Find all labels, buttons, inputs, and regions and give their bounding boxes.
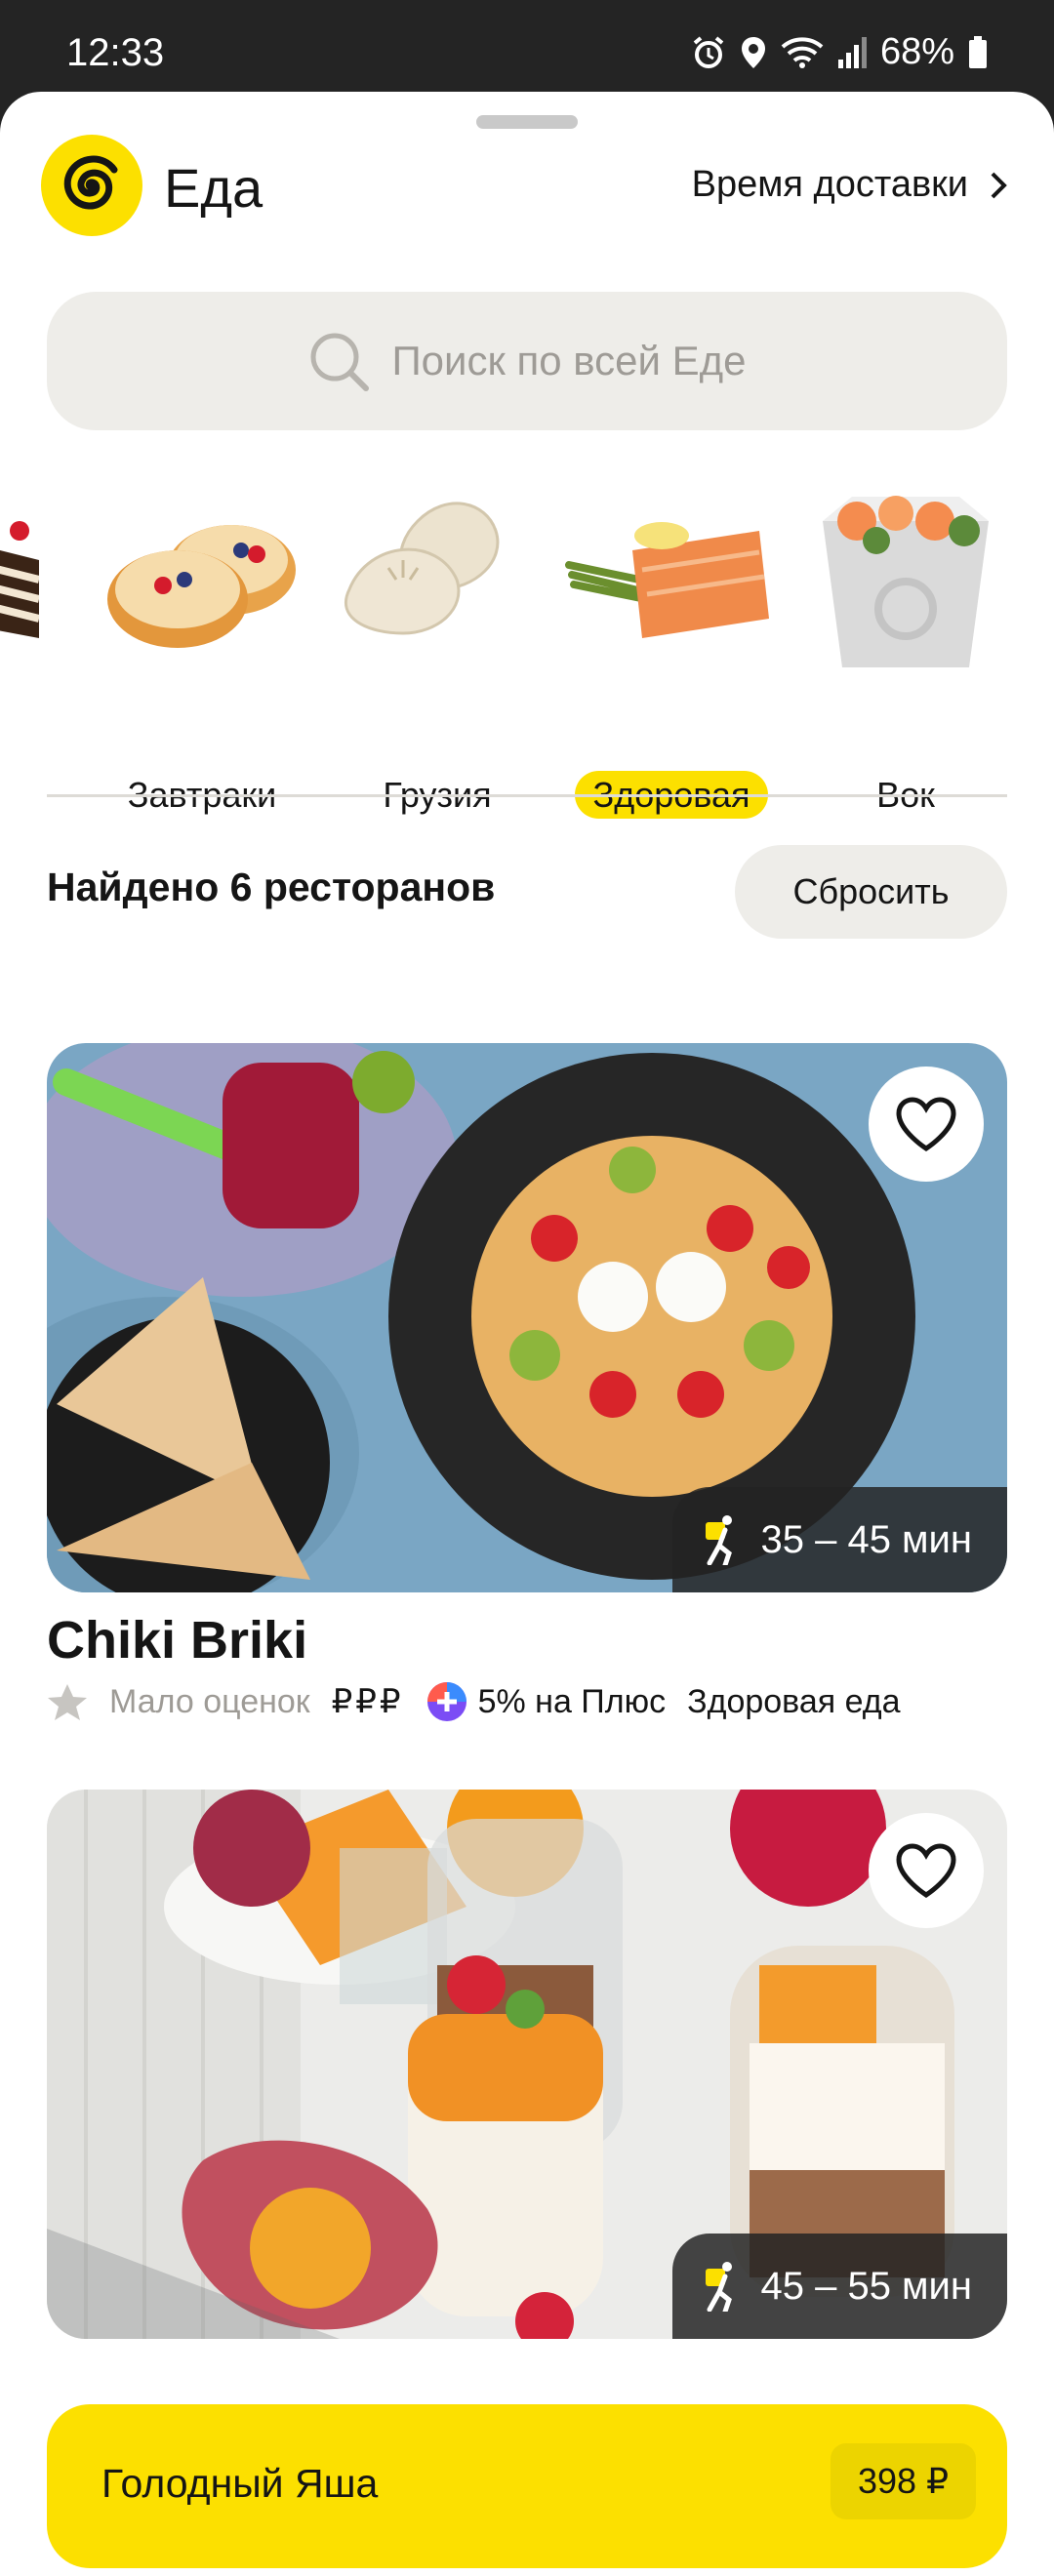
eda-logo-icon [41,135,142,236]
cuisine-text: Здоровая еда [687,1682,901,1720]
category-image [823,496,989,667]
status-bar: 12:33 68% [0,0,1054,90]
eta-text: 35 – 45 мин [760,1517,972,1561]
category-carousel[interactable]: ты Завтраки Грузия [0,453,1054,843]
eta-badge: 45 – 55 мин [672,2234,1007,2339]
eta-badge: 35 – 45 мин [672,1487,1007,1592]
star-icon [48,1684,87,1720]
status-time: 12:33 [66,31,165,74]
battery-percent: 68% [879,31,954,72]
app-title: Еда [164,157,264,219]
plus-cashback: 5% на Плюс [426,1680,667,1723]
bottom-cart-bar: Голодный Яша 398 ₽ [0,2365,1054,2576]
restaurant-name[interactable]: Chiki Briki [47,1610,307,1670]
search-icon [310,333,370,391]
price-level: ₽₽₽ [331,1683,404,1720]
category-image [344,502,500,635]
plus-text: 5% на Плюс [477,1682,667,1720]
category-image [107,525,296,648]
search-input[interactable]: Поиск по всей Еде [47,292,1007,430]
favorite-button[interactable] [869,1813,984,1928]
search-placeholder: Поиск по всей Еде [391,338,747,383]
battery-icon [969,35,987,68]
restaurant-card-image[interactable]: 45 – 55 мин [47,1790,1007,2339]
category-image [565,522,769,638]
category-breakfast[interactable]: Завтраки [95,453,309,843]
category-healthy[interactable]: Здоровая [564,453,779,843]
category-desserts[interactable]: ты [0,453,39,843]
delivery-time-label: Время доставки [691,164,968,205]
courier-icon [706,1515,733,1565]
main-sheet: Еда Время доставки Поиск по всей Еде ты [0,92,1054,2576]
status-icons: 68% [691,31,988,73]
category-georgia[interactable]: Грузия [330,453,545,843]
alarm-icon [693,35,724,68]
favorite-button[interactable] [869,1067,984,1182]
eta-text: 45 – 55 мин [760,2264,972,2308]
chevron-right-icon [991,172,1007,198]
cart-restaurant-name: Голодный Яша [101,2461,379,2506]
results-count: Найдено 6 ресторанов [47,865,496,909]
header: Еда Время доставки [0,92,1054,277]
plus-icon [426,1682,466,1721]
cart-total: 398 ₽ [831,2443,976,2519]
cart-button[interactable]: Голодный Яша 398 ₽ [47,2404,1007,2568]
signal-icon [837,36,867,68]
reset-filters-button[interactable]: Сбросить [735,845,1007,939]
category-label: ты [0,775,39,816]
heart-icon [896,1097,956,1151]
category-image [0,521,39,638]
heart-icon [896,1843,956,1898]
delivery-time-button[interactable]: Время доставки [692,164,1007,206]
courier-icon [706,2262,733,2312]
wifi-icon [781,36,824,68]
divider [47,794,1007,797]
restaurant-meta: Мало оценок ₽₽₽ 5% на Плюс Здоровая еда [47,1680,901,1723]
rating-text: Мало оценок [109,1682,310,1720]
restaurant-card-image[interactable]: 35 – 45 мин [47,1043,1007,1592]
category-wok[interactable]: Вок [798,453,1013,843]
location-icon [741,36,765,68]
